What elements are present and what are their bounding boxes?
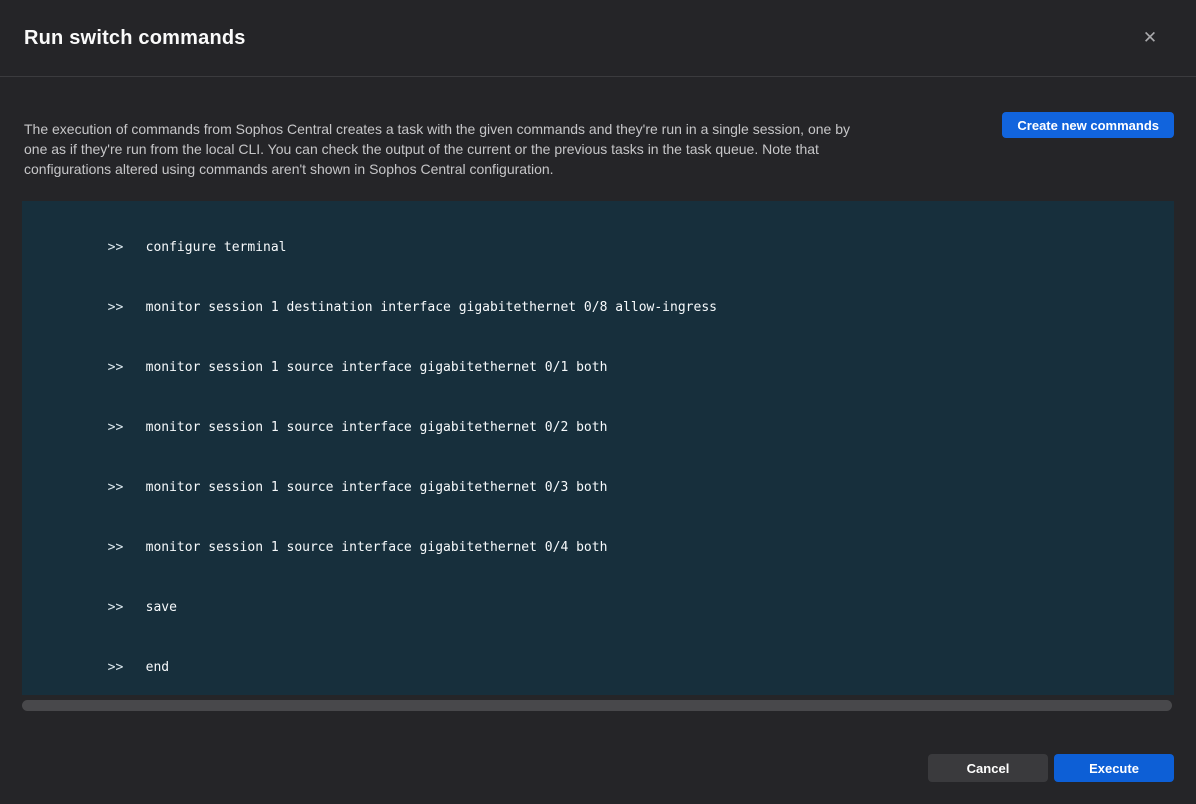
terminal-line: >>save: [45, 578, 1154, 638]
terminal-prompt: >>: [108, 598, 146, 618]
terminal-line: >>monitor session 1 source interface gig…: [45, 458, 1154, 518]
terminal-command: monitor session 1 destination interface …: [146, 300, 717, 315]
dialog-title: Run switch commands: [24, 27, 246, 50]
terminal-line: >>monitor session 1 source interface gig…: [45, 518, 1154, 578]
close-icon[interactable]: ✕: [1136, 24, 1164, 52]
terminal-line: >>monitor session 1 source interface gig…: [45, 338, 1154, 398]
terminal-line: >>monitor session 1 destination interfac…: [45, 278, 1154, 338]
commands-terminal[interactable]: >>configure terminal >>monitor session 1…: [22, 201, 1174, 695]
cancel-button[interactable]: Cancel: [928, 754, 1048, 782]
terminal-prompt: >>: [108, 418, 146, 438]
execute-button[interactable]: Execute: [1054, 754, 1174, 782]
terminal-prompt: >>: [108, 478, 146, 498]
terminal-command: monitor session 1 source interface gigab…: [146, 360, 608, 375]
terminal-prompt: >>: [108, 538, 146, 558]
horizontal-scrollbar-track: [22, 700, 1174, 711]
terminal-prompt: >>: [108, 358, 146, 378]
terminal-line: >>end: [45, 638, 1154, 695]
terminal-command: configure terminal: [146, 240, 287, 255]
dialog-body: The execution of commands from Sophos Ce…: [0, 77, 1196, 804]
terminal-command: monitor session 1 source interface gigab…: [146, 540, 608, 555]
terminal-prompt: >>: [108, 238, 146, 258]
terminal-prompt: >>: [108, 658, 146, 678]
terminal-line: >>configure terminal: [45, 218, 1154, 278]
dialog-description: The execution of commands from Sophos Ce…: [24, 119, 876, 179]
run-switch-commands-dialog: Run switch commands ✕ The execution of c…: [0, 0, 1196, 804]
terminal-command: end: [146, 660, 169, 675]
create-new-commands-button[interactable]: Create new commands: [1002, 112, 1174, 138]
dialog-footer: Cancel Execute: [22, 754, 1174, 782]
terminal-command: save: [146, 600, 177, 615]
terminal-command: monitor session 1 source interface gigab…: [146, 420, 608, 435]
intro-row: The execution of commands from Sophos Ce…: [22, 112, 1174, 179]
terminal-prompt: >>: [108, 298, 146, 318]
terminal-line: >>monitor session 1 source interface gig…: [45, 398, 1154, 458]
dialog-header: Run switch commands ✕: [0, 0, 1196, 77]
terminal-command: monitor session 1 source interface gigab…: [146, 480, 608, 495]
horizontal-scrollbar-thumb[interactable]: [22, 700, 1172, 711]
